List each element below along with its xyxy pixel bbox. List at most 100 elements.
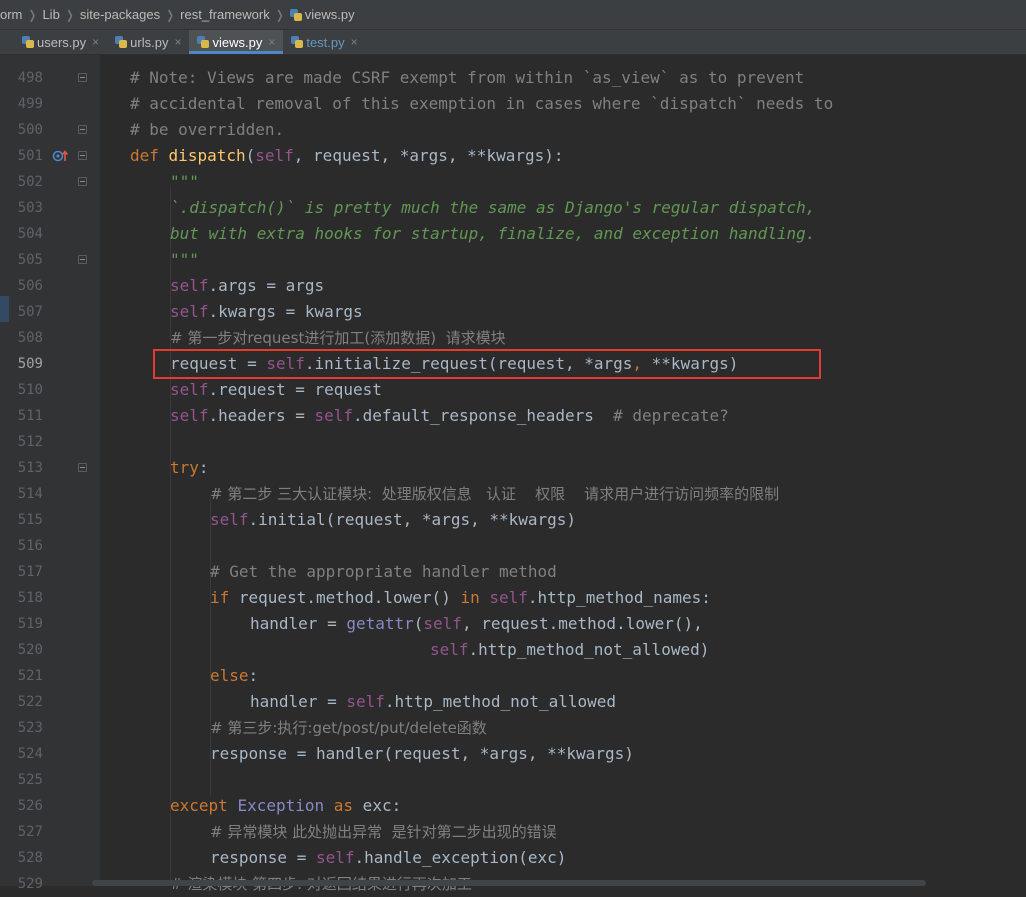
- line-number[interactable]: 504: [13, 221, 43, 247]
- line-number[interactable]: 503: [13, 195, 43, 221]
- code-line-502: """: [170, 172, 199, 191]
- python-file-icon: [197, 36, 210, 48]
- fold-marker-icon[interactable]: [78, 125, 87, 134]
- code-line-519: handler = getattr(self, request.method.l…: [250, 614, 703, 633]
- code-line-515: self.initial(request, *args, **kwargs): [210, 510, 577, 529]
- line-number[interactable]: 524: [13, 741, 43, 767]
- line-number[interactable]: 509: [13, 351, 43, 377]
- line-number[interactable]: 500: [13, 117, 43, 143]
- python-file-icon: [291, 36, 304, 48]
- tab-label: views.py: [212, 34, 263, 50]
- line-number[interactable]: 505: [13, 247, 43, 273]
- tab-label: users.py: [37, 34, 87, 50]
- breadcrumb-label: rest_framework: [180, 7, 270, 22]
- line-number[interactable]: 512: [13, 429, 43, 455]
- line-number[interactable]: 528: [13, 845, 43, 871]
- python-file-icon: [22, 36, 34, 48]
- tab-label: urls.py: [130, 34, 169, 50]
- code-line-500: # be overridden.: [130, 120, 285, 139]
- breadcrumb-item-lib[interactable]: Lib: [42, 7, 59, 22]
- line-number[interactable]: 520: [13, 637, 43, 663]
- close-icon[interactable]: ×: [351, 35, 358, 49]
- code-line-528: response = self.handle_exception(exc): [210, 848, 567, 867]
- line-number[interactable]: 526: [13, 793, 43, 819]
- editor-tab-bar: users.py × urls.py × views.py × test.py …: [0, 30, 1026, 55]
- horizontal-scrollbar[interactable]: [92, 880, 926, 886]
- code-line-524: response = handler(request, *args, **kwa…: [210, 744, 634, 763]
- fold-marker-icon[interactable]: [78, 73, 87, 82]
- tab-views-py[interactable]: views.py ×: [189, 30, 284, 54]
- tab-test-py[interactable]: test.py ×: [283, 30, 365, 54]
- line-number[interactable]: 518: [13, 585, 43, 611]
- breadcrumb: orm ❭ Lib ❭ site-packages ❭ rest_framewo…: [0, 0, 1026, 30]
- code-line-507: self.kwargs = kwargs: [170, 302, 363, 321]
- code-line-513: try:: [170, 458, 209, 477]
- line-number[interactable]: 517: [13, 559, 43, 585]
- tab-urls-py[interactable]: urls.py ×: [107, 30, 189, 54]
- close-icon[interactable]: ×: [174, 35, 181, 49]
- line-number[interactable]: 527: [13, 819, 43, 845]
- breadcrumb-item-views-py[interactable]: views.py: [289, 7, 355, 22]
- fold-marker-icon[interactable]: [78, 177, 87, 186]
- code-line-504: but with extra hooks for startup, finali…: [170, 224, 816, 243]
- breadcrumb-chevron-icon: ❭: [165, 7, 176, 22]
- breadcrumb-item-site-packages[interactable]: site-packages: [80, 7, 160, 22]
- close-icon[interactable]: ×: [268, 35, 275, 49]
- code-line-508: # 第一步对request进行加工(添加数据) 请求模块: [170, 329, 506, 347]
- line-number[interactable]: 523: [13, 715, 43, 741]
- line-number[interactable]: 502: [13, 169, 43, 195]
- line-number[interactable]: 525: [13, 767, 43, 793]
- breadcrumb-label: orm: [0, 7, 23, 22]
- line-number[interactable]: 498: [13, 65, 43, 91]
- code-line-521: else:: [210, 666, 259, 685]
- line-number[interactable]: 516: [13, 533, 43, 559]
- line-number[interactable]: 513: [13, 455, 43, 481]
- scroll-position-marker: [0, 296, 9, 322]
- line-number[interactable]: 499: [13, 91, 43, 117]
- breadcrumb-label: views.py: [304, 7, 355, 22]
- line-number[interactable]: 529: [13, 871, 43, 897]
- code-line-501: def dispatch(self, request, *args, **kwa…: [130, 146, 564, 165]
- code-line-527: # 异常模块 此处抛出异常 是针对第二步出现的错误: [210, 823, 557, 841]
- breadcrumb-item-rest-framework[interactable]: rest_framework: [180, 7, 270, 22]
- code-line-506: self.args = args: [170, 276, 325, 295]
- line-number[interactable]: 511: [13, 403, 43, 429]
- fold-marker-icon[interactable]: [78, 151, 87, 160]
- line-number[interactable]: 508: [13, 325, 43, 351]
- highlight-annotation-box: [153, 349, 821, 379]
- tab-label: test.py: [306, 34, 345, 50]
- line-number[interactable]: 515: [13, 507, 43, 533]
- code-line-505: """: [170, 250, 199, 269]
- code-line-514: # 第二步 三大认证模块: 处理版权信息 认证 权限 请求用户进行访问频率的限制: [210, 485, 780, 503]
- fold-marker-icon[interactable]: [78, 463, 87, 472]
- close-icon[interactable]: ×: [92, 35, 99, 49]
- fold-marker-icon[interactable]: [78, 255, 87, 264]
- code-line-520: self.http_method_not_allowed): [430, 640, 710, 659]
- line-number[interactable]: 522: [13, 689, 43, 715]
- line-number[interactable]: 519: [13, 611, 43, 637]
- line-number[interactable]: 507: [13, 299, 43, 325]
- breadcrumb-chevron-icon: ❭: [64, 7, 75, 22]
- line-number[interactable]: 510: [13, 377, 43, 403]
- code-line-523: # 第三步:执行:get/post/put/delete函数: [210, 719, 487, 737]
- breadcrumb-label: site-packages: [79, 7, 161, 22]
- code-line-510: self.request = request: [170, 380, 382, 399]
- code-line-499: # accidental removal of this exemption i…: [130, 94, 834, 113]
- breadcrumb-label: Lib: [42, 7, 60, 22]
- code-line-511: self.headers = self.default_response_hea…: [170, 406, 729, 425]
- code-editor[interactable]: # Note: Views are made CSRF exempt from …: [100, 55, 1026, 893]
- line-number[interactable]: 514: [13, 481, 43, 507]
- override-method-icon[interactable]: [52, 148, 70, 164]
- code-line-498: # Note: Views are made CSRF exempt from …: [130, 68, 805, 87]
- code-line-522: handler = self.http_method_not_allowed: [250, 692, 617, 711]
- line-number[interactable]: 521: [13, 663, 43, 689]
- breadcrumb-chevron-icon: ❭: [274, 7, 285, 22]
- code-line-503: `.dispatch()` is pretty much the same as…: [170, 198, 816, 217]
- tab-users-py[interactable]: users.py ×: [14, 30, 107, 54]
- python-file-icon: [289, 8, 302, 21]
- breadcrumb-item-orm[interactable]: orm: [0, 7, 22, 22]
- python-file-icon: [115, 36, 128, 48]
- code-line-518: if request.method.lower() in self.http_m…: [210, 588, 711, 607]
- line-number[interactable]: 501: [13, 143, 43, 169]
- line-number[interactable]: 506: [13, 273, 43, 299]
